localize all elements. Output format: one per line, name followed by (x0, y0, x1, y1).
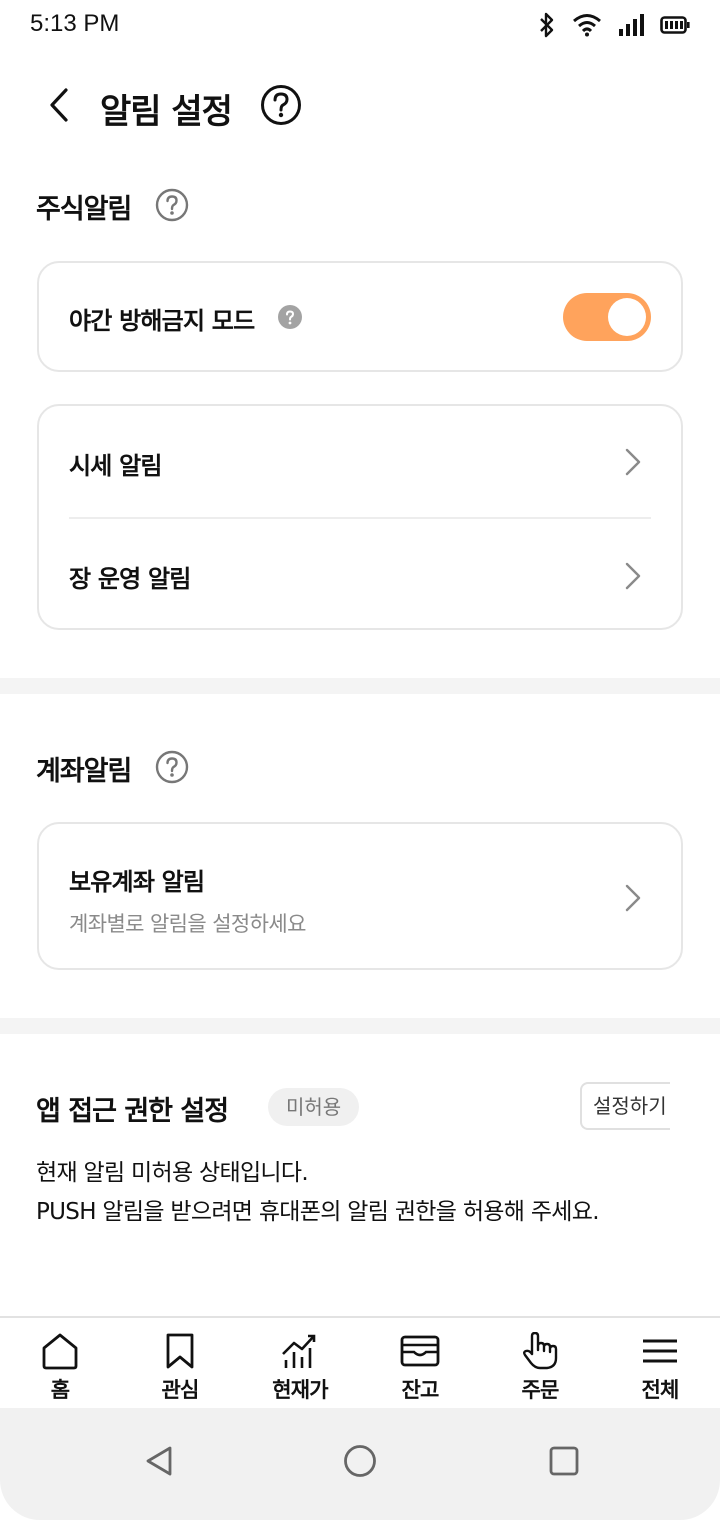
chart-icon (282, 1334, 316, 1368)
battery-icon (660, 16, 690, 34)
header: 알림 설정 (0, 70, 720, 140)
bluetooth-icon (540, 12, 554, 38)
permission-notice-line2: PUSH 알림을 받으려면 휴대폰의 알림 권한을 허용해 주세요. (36, 1199, 600, 1225)
square-recents-icon (549, 1446, 579, 1476)
wallet-icon (400, 1335, 440, 1367)
list-item-market-alert[interactable]: 장 운영 알림 (39, 519, 681, 630)
nav-label: 관심 (161, 1378, 199, 1402)
hand-pointer-icon (523, 1332, 558, 1370)
status-icons (538, 12, 690, 38)
home-icon (42, 1333, 78, 1370)
system-nav-bar (0, 1408, 720, 1520)
nav-label: 현재가 (272, 1378, 328, 1402)
stock-alerts-title: 주식알림 (36, 194, 132, 225)
nav-item-order[interactable]: 주문 (480, 1332, 600, 1408)
nav-label: 잔고 (401, 1378, 439, 1402)
permission-notice-line1: 현재 알림 미허용 상태입니다. (36, 1160, 309, 1186)
night-mode-card: 야간 방해금지 모드 (37, 261, 683, 372)
wifi-icon (573, 14, 601, 37)
system-home-button[interactable] (335, 1436, 385, 1486)
chevron-left-icon (50, 88, 68, 122)
chevron-right-icon (625, 884, 641, 912)
menu-icon (643, 1339, 677, 1363)
chevron-right-icon (625, 562, 641, 590)
toggle-knob (608, 298, 646, 336)
settings-button[interactable]: 설정하기 (580, 1082, 670, 1130)
nav-item-watchlist[interactable]: 관심 (120, 1332, 240, 1408)
account-alert-sub: 계좌별로 알림을 설정하세요 (69, 912, 306, 936)
signal-icon (619, 14, 644, 36)
list-item-price-alert[interactable]: 시세 알림 (39, 406, 681, 517)
status-badge: 미허용 (268, 1088, 360, 1126)
circle-home-icon (344, 1445, 376, 1477)
status-time: 5:13 PM (30, 10, 120, 37)
market-alert-label: 장 운영 알림 (69, 565, 191, 593)
nav-item-current-price[interactable]: 현재가 (240, 1332, 360, 1408)
account-alert-label: 보유계좌 알림 (69, 868, 205, 896)
help-icon[interactable] (155, 750, 189, 784)
info-help-icon[interactable] (278, 305, 302, 329)
triangle-back-icon (146, 1446, 172, 1476)
status-bar: 5:13 PM (0, 0, 720, 50)
night-mode-toggle[interactable] (563, 293, 651, 341)
back-button[interactable] (36, 82, 82, 128)
nav-item-home[interactable]: 홈 (0, 1332, 120, 1408)
nav-label: 주문 (521, 1378, 559, 1402)
system-back-button[interactable] (134, 1436, 184, 1486)
bottom-nav: 홈 관심 현재가 잔고 주문 전체 (0, 1316, 720, 1408)
system-recents-button[interactable] (539, 1436, 589, 1486)
section-divider (0, 678, 720, 694)
night-mode-label: 야간 방해금지 모드 (69, 307, 255, 335)
bookmark-icon (166, 1333, 194, 1369)
section-divider (0, 1018, 720, 1034)
account-alerts-title: 계좌알림 (36, 756, 132, 787)
stock-alerts-card: 시세 알림 장 운영 알림 (37, 404, 683, 630)
app-permission-title: 앱 접근 권한 설정 (36, 1096, 229, 1127)
nav-label: 홈 (50, 1378, 70, 1402)
nav-item-all[interactable]: 전체 (600, 1332, 720, 1408)
nav-item-balance[interactable]: 잔고 (360, 1332, 480, 1408)
account-alert-card[interactable]: 보유계좌 알림 계좌별로 알림을 설정하세요 (37, 822, 683, 970)
help-icon[interactable] (260, 84, 302, 126)
price-alert-label: 시세 알림 (69, 452, 162, 480)
help-icon[interactable] (155, 188, 189, 222)
chevron-right-icon (625, 448, 641, 476)
page-title: 알림 설정 (100, 92, 233, 132)
nav-label: 전체 (641, 1378, 679, 1402)
